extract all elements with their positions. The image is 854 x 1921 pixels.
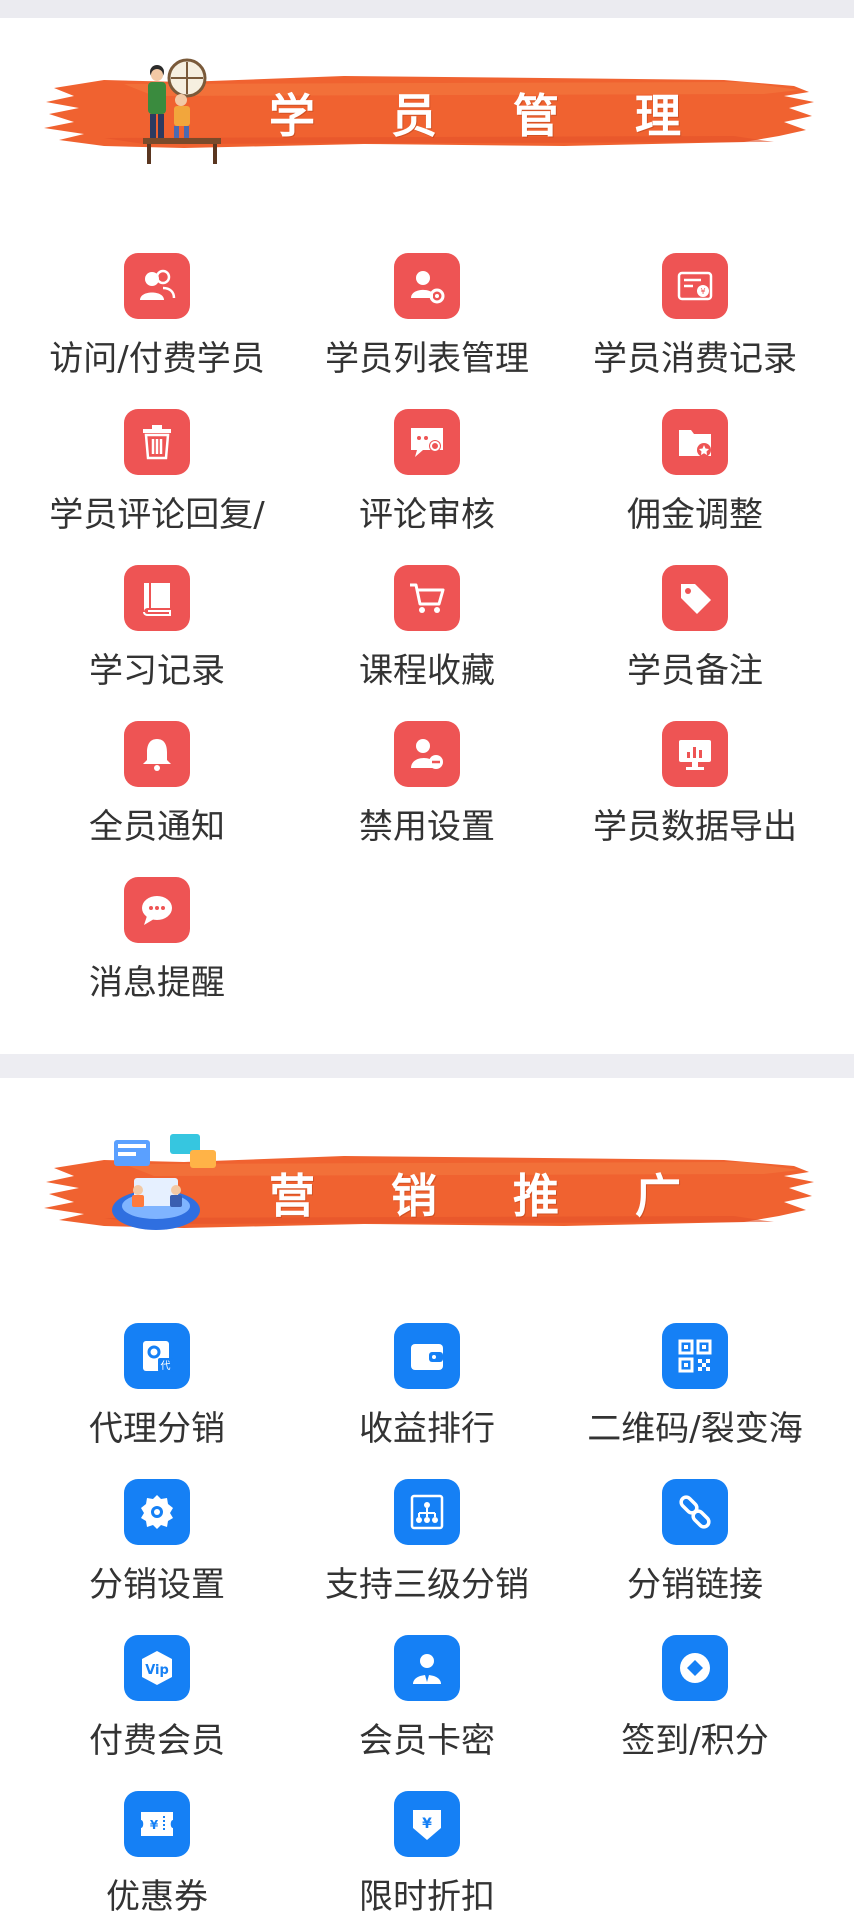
book-icon <box>124 565 190 631</box>
discount-icon: ¥ <box>394 1791 460 1857</box>
student-management-section: 学 员 管 理 访问/付费学员 学员列表管理 ¥ 学员消费记录 学员评论回复/ … <box>0 18 854 1054</box>
feature-study-records[interactable]: 学习记录 <box>17 565 297 691</box>
feature-qrcode-poster[interactable]: 二维码/裂变海 <box>555 1323 835 1449</box>
feature-course-favorites[interactable]: 课程收藏 <box>287 565 567 691</box>
feature-coupons[interactable]: ¥ 优惠券 <box>17 1791 297 1917</box>
feature-distribution-link[interactable]: 分销链接 <box>555 1479 835 1605</box>
feature-limited-time-discount[interactable]: ¥ 限时折扣 <box>287 1791 567 1917</box>
feature-label: 禁用设置 <box>359 807 495 847</box>
vip-icon: Vip <box>124 1635 190 1701</box>
feature-notify-all[interactable]: 全员通知 <box>17 721 297 847</box>
feature-label: 会员卡密 <box>359 1721 495 1761</box>
feature-label: 支持三级分销 <box>325 1565 529 1605</box>
section-title: 学 员 管 理 <box>269 89 712 143</box>
feature-earnings-ranking[interactable]: 收益排行 <box>287 1323 567 1449</box>
feature-label: 优惠券 <box>106 1877 208 1917</box>
feature-label: 学员列表管理 <box>325 339 529 379</box>
cart-icon <box>394 565 460 631</box>
feature-data-export[interactable]: 学员数据导出 <box>555 721 835 847</box>
users-icon <box>124 253 190 319</box>
feature-label: 分销链接 <box>627 1565 763 1605</box>
svg-text:代: 代 <box>161 1360 171 1372</box>
feature-distribution-settings[interactable]: 分销设置 <box>17 1479 297 1605</box>
comment-review-icon <box>394 409 460 475</box>
hierarchy-icon <box>394 1479 460 1545</box>
feature-commission-adjust[interactable]: 佣金调整 <box>555 409 835 535</box>
feature-visit-paid-students[interactable]: 访问/付费学员 <box>17 253 297 379</box>
section-banner: 营 销 推 广 <box>44 1134 814 1248</box>
feature-label: 签到/积分 <box>621 1721 769 1761</box>
feature-ban-settings[interactable]: 禁用设置 <box>287 721 567 847</box>
link-icon <box>662 1479 728 1545</box>
feature-label: 代理分销 <box>89 1409 225 1449</box>
marketing-meeting-illustration <box>112 1134 216 1230</box>
gear-icon <box>124 1479 190 1545</box>
feature-label: 学员评论回复/ <box>49 495 265 535</box>
feature-student-list[interactable]: 学员列表管理 <box>287 253 567 379</box>
feature-paid-membership[interactable]: Vip 付费会员 <box>17 1635 297 1761</box>
feature-label: 佣金调整 <box>627 495 763 535</box>
feature-label: 学员数据导出 <box>593 807 797 847</box>
feature-label: 学员消费记录 <box>593 339 797 379</box>
trash-icon <box>124 409 190 475</box>
monitor-chart-icon <box>662 721 728 787</box>
svg-text:¥: ¥ <box>700 287 705 296</box>
points-icon <box>662 1635 728 1701</box>
svg-text:Vip: Vip <box>145 1663 169 1678</box>
svg-text:¥: ¥ <box>150 1818 159 1832</box>
section-divider <box>0 1054 854 1078</box>
svg-text:¥: ¥ <box>422 1816 432 1832</box>
feature-comment-review[interactable]: 评论审核 <box>287 409 567 535</box>
page: 学 员 管 理 访问/付费学员 学员列表管理 ¥ 学员消费记录 学员评论回复/ … <box>0 0 854 1921</box>
feature-label: 课程收藏 <box>359 651 495 691</box>
chat-icon <box>124 877 190 943</box>
feature-student-notes[interactable]: 学员备注 <box>555 565 835 691</box>
section-title: 营 销 推 广 <box>269 1169 712 1223</box>
feature-three-level-distribution[interactable]: 支持三级分销 <box>287 1479 567 1605</box>
qrcode-icon <box>662 1323 728 1389</box>
feature-label: 访问/付费学员 <box>49 339 265 379</box>
top-strip <box>0 0 854 18</box>
tag-icon <box>662 565 728 631</box>
feature-label: 付费会员 <box>89 1721 225 1761</box>
bill-icon: ¥ <box>662 253 728 319</box>
feature-label: 评论审核 <box>359 495 495 535</box>
agent-icon: 代 <box>124 1323 190 1389</box>
bell-icon <box>124 721 190 787</box>
member-card-icon <box>394 1635 460 1701</box>
feature-label: 限时折扣 <box>359 1877 495 1917</box>
feature-consumption-records[interactable]: ¥ 学员消费记录 <box>555 253 835 379</box>
wallet-icon <box>394 1323 460 1389</box>
feature-label: 消息提醒 <box>89 963 225 1003</box>
feature-label: 学习记录 <box>89 651 225 691</box>
feature-label: 学员备注 <box>627 651 763 691</box>
feature-label: 二维码/裂变海 <box>587 1409 803 1449</box>
section-banner: 学 员 管 理 <box>44 58 814 168</box>
marketing-section: 营 销 推 广 代 代理分销 收益排行 二维码/裂变海 分销设置 支持三级分销 … <box>0 1078 854 1921</box>
user-block-icon <box>394 721 460 787</box>
feature-label: 分销设置 <box>89 1565 225 1605</box>
feature-agent-distribution[interactable]: 代 代理分销 <box>17 1323 297 1449</box>
feature-message-reminder[interactable]: 消息提醒 <box>17 877 297 1003</box>
coupon-icon: ¥ <box>124 1791 190 1857</box>
feature-member-card-code[interactable]: 会员卡密 <box>287 1635 567 1761</box>
feature-label: 全员通知 <box>89 807 225 847</box>
user-settings-icon <box>394 253 460 319</box>
feature-label: 收益排行 <box>359 1409 495 1449</box>
feature-comment-reply[interactable]: 学员评论回复/ <box>17 409 297 535</box>
teacher-student-illustration <box>143 58 221 164</box>
feature-checkin-points[interactable]: 签到/积分 <box>555 1635 835 1761</box>
folder-star-icon <box>662 409 728 475</box>
